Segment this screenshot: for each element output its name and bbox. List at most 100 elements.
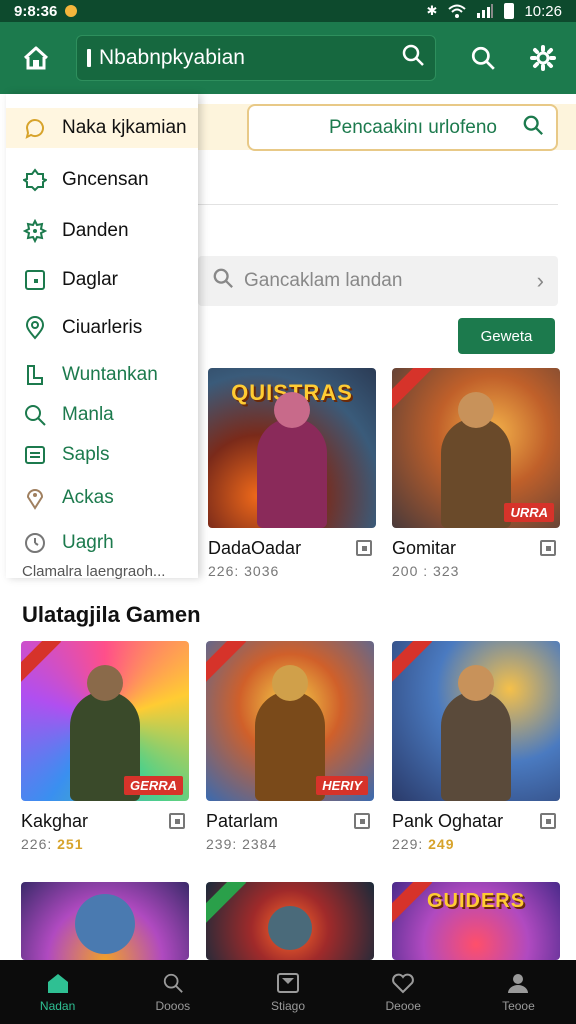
game-thumbnail[interactable]: URRA bbox=[392, 368, 560, 528]
game-thumbnail[interactable] bbox=[21, 882, 189, 960]
add-icon[interactable] bbox=[540, 813, 556, 829]
thumbnail-badge: GERRA bbox=[124, 776, 183, 795]
game-card[interactable] bbox=[206, 882, 374, 960]
status-time: 9:8:36 bbox=[14, 2, 58, 20]
game-thumbnail[interactable] bbox=[206, 882, 374, 960]
status-indicators: ✱ 10:26 bbox=[427, 3, 562, 20]
hero-figure bbox=[257, 418, 327, 528]
drawer-item-7[interactable]: Manla bbox=[6, 395, 198, 435]
pin-icon bbox=[22, 485, 48, 511]
add-icon[interactable] bbox=[354, 813, 370, 829]
search-icon bbox=[522, 114, 544, 142]
search-icon bbox=[212, 267, 234, 295]
nav-label: Nadan bbox=[39, 999, 76, 1013]
nav-label: Stiago bbox=[270, 999, 306, 1013]
drawer-item-label: Wuntankan bbox=[62, 364, 158, 385]
drawer-item-3[interactable]: Danden bbox=[6, 211, 198, 251]
game-thumbnail[interactable] bbox=[392, 641, 560, 801]
game-card[interactable]: QUISTRAS DadaOadar 226: 3036 bbox=[208, 368, 376, 579]
drawer-item-1[interactable]: Naka kjkamian bbox=[6, 108, 198, 148]
divider bbox=[198, 204, 558, 205]
game-thumbnail[interactable]: GUIDERS bbox=[392, 882, 560, 960]
status-bar: 9:8:36 ✱ 10:26 bbox=[0, 0, 576, 22]
drawer-item-10[interactable]: Uagrh bbox=[6, 523, 198, 563]
add-icon[interactable] bbox=[356, 540, 372, 556]
drawer-item-2[interactable]: Gncensan bbox=[6, 160, 198, 200]
text-cursor bbox=[87, 49, 91, 67]
nav-favorites[interactable]: Deooe bbox=[346, 960, 461, 1024]
nav-home[interactable]: Nadan bbox=[0, 960, 115, 1024]
drawer-item-6[interactable]: Wuntankan bbox=[6, 355, 198, 395]
content-search-placeholder: Gancaklam landan bbox=[244, 270, 403, 291]
gear-icon bbox=[22, 218, 48, 244]
section-title: Ulatagjila Gamen bbox=[22, 602, 201, 627]
action-button[interactable]: Geweta bbox=[458, 318, 555, 354]
add-icon[interactable] bbox=[169, 813, 185, 829]
signal-icon bbox=[477, 4, 494, 18]
drawer-item-label: Sapls bbox=[62, 444, 110, 465]
nav-label: Dooos bbox=[155, 999, 191, 1013]
ribbon bbox=[392, 641, 433, 685]
home-button[interactable] bbox=[16, 38, 56, 78]
appbar-search-button[interactable] bbox=[463, 38, 503, 78]
clock-icon bbox=[22, 530, 48, 556]
drawer-item-label: Naka kjkamian bbox=[62, 117, 187, 138]
drawer-item-label: Ciuarleris bbox=[62, 317, 143, 338]
location-pin-icon bbox=[22, 315, 48, 341]
hero-head bbox=[87, 665, 123, 701]
game-title: DadaOadar bbox=[208, 538, 302, 558]
drawer-item-5[interactable]: Ciuarleris bbox=[6, 308, 198, 348]
game-thumbnail[interactable]: HERIY bbox=[206, 641, 374, 801]
search-input-value: Nbabnpkyabian bbox=[99, 46, 245, 69]
nav-inbox[interactable]: Stiago bbox=[230, 960, 345, 1024]
drawer-item-label: Gncensan bbox=[62, 169, 149, 190]
puzzle-icon bbox=[22, 167, 48, 193]
ribbon bbox=[21, 641, 62, 685]
ribbon bbox=[392, 368, 433, 412]
nav-search[interactable]: Dooos bbox=[115, 960, 230, 1024]
nav-profile[interactable]: Teooe bbox=[461, 960, 576, 1024]
hero-figure bbox=[255, 691, 325, 801]
game-card[interactable]: GERRA Kakghar 226: 251 bbox=[21, 641, 189, 852]
content-search-bar[interactable]: Gancaklam landan › bbox=[198, 256, 558, 306]
drawer-item-label: Uagrh bbox=[62, 532, 114, 553]
game-stats: 239: 2384 bbox=[206, 836, 278, 852]
hero-head bbox=[458, 392, 494, 428]
drawer-item-4[interactable]: Daglar bbox=[6, 260, 198, 300]
navigation-drawer: Naka kjkamian Gncensan Danden Daglar Ciu… bbox=[6, 94, 198, 580]
home-icon bbox=[23, 46, 49, 70]
search-icon[interactable] bbox=[401, 43, 425, 73]
home-icon bbox=[45, 971, 71, 995]
hero-head bbox=[268, 906, 312, 950]
drawer-footer[interactable]: Clamalra laengraoh... bbox=[22, 563, 165, 580]
game-stats: 226: 251 bbox=[21, 836, 84, 852]
drawer-item-9[interactable]: Ackas bbox=[6, 478, 198, 518]
thumbnail-title: GUIDERS bbox=[426, 890, 526, 912]
game-card[interactable]: HERIY Patarlam 239: 2384 bbox=[206, 641, 374, 852]
game-thumbnail[interactable]: QUISTRAS bbox=[208, 368, 376, 528]
hero-head bbox=[272, 665, 308, 701]
inbox-icon bbox=[275, 971, 301, 995]
status-time-right: 10:26 bbox=[524, 2, 562, 20]
hero-figure bbox=[441, 418, 511, 528]
hero-head bbox=[75, 894, 135, 954]
chevron-right-icon: › bbox=[536, 268, 544, 293]
game-card[interactable]: GUIDERS bbox=[392, 882, 560, 960]
game-title: Pank Oghatar bbox=[392, 811, 504, 831]
drawer-item-8[interactable]: Sapls bbox=[6, 435, 198, 475]
settings-button[interactable] bbox=[523, 38, 563, 78]
thumbnail-badge: URRA bbox=[504, 503, 554, 522]
promo-search-button[interactable]: Pencaakinı urlofeno bbox=[247, 104, 558, 151]
game-card[interactable] bbox=[21, 882, 189, 960]
add-icon[interactable] bbox=[540, 540, 556, 556]
game-stats: 229: 249 bbox=[392, 836, 455, 852]
game-card[interactable]: Pank Oghatar 229: 249 bbox=[392, 641, 560, 852]
game-thumbnail[interactable]: GERRA bbox=[21, 641, 189, 801]
ribbon bbox=[206, 641, 247, 685]
ribbon bbox=[206, 882, 247, 926]
search-input[interactable]: Nbabnpkyabian bbox=[76, 35, 436, 81]
profile-icon bbox=[505, 971, 531, 995]
game-card[interactable]: URRA Gomitar 200 : 323 bbox=[392, 368, 560, 579]
wifi-icon bbox=[448, 4, 467, 18]
thumbnail-badge: HERIY bbox=[316, 776, 368, 795]
